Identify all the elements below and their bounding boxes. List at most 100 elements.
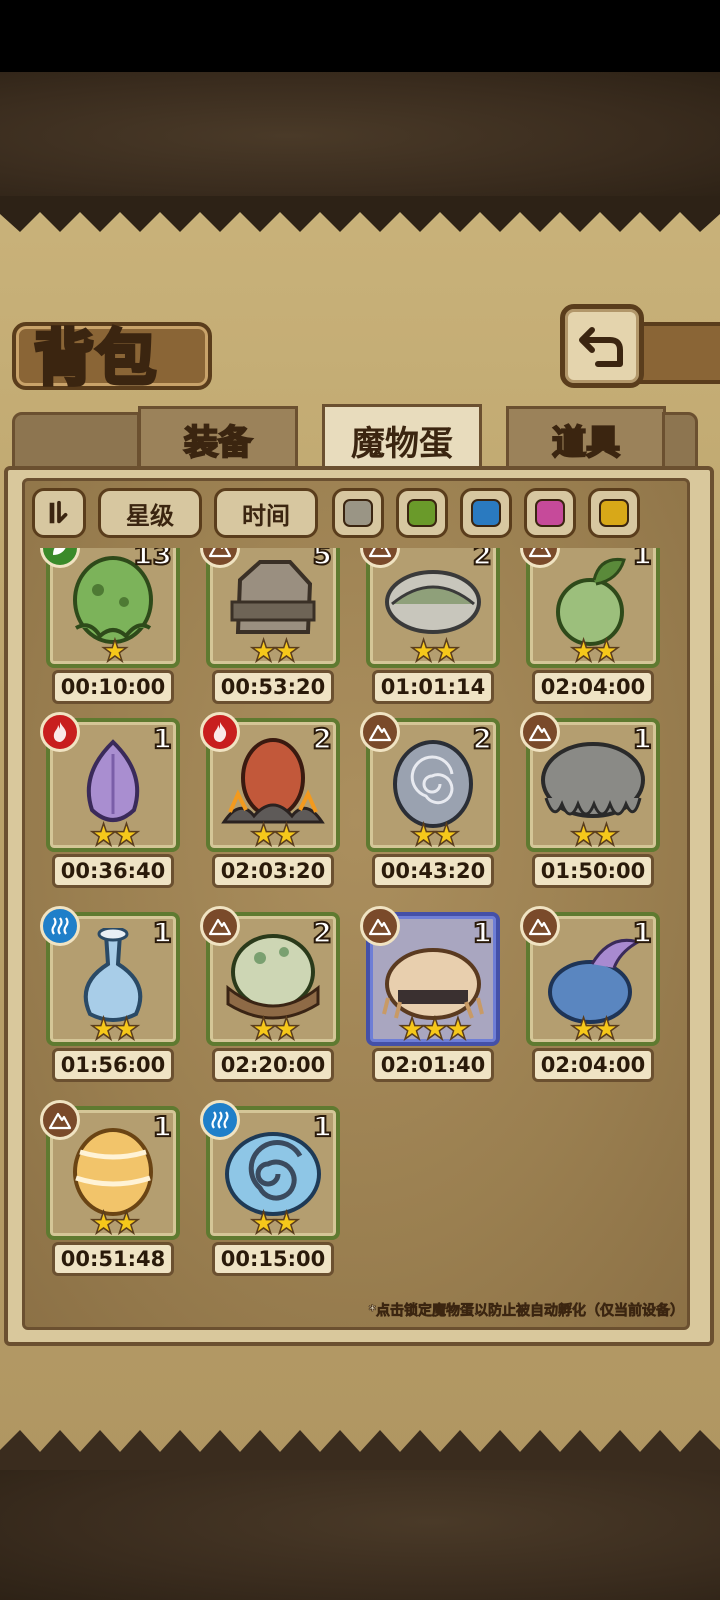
hatch-timer: 00:53:20 xyxy=(212,670,334,704)
dino-egg-icon xyxy=(226,934,320,1020)
star-rating: ★★ xyxy=(89,817,140,854)
tab-items[interactable]: 道具 xyxy=(506,406,666,472)
earth-element-icon xyxy=(200,906,240,946)
egg-count: 1 xyxy=(151,1109,173,1144)
egg-slot-sprout-egg[interactable]: ★★ 1 02:04:00 xyxy=(520,548,660,718)
purple-flower-egg-icon xyxy=(86,739,140,822)
color-swatch xyxy=(343,499,373,527)
tab-spacer-right xyxy=(662,412,698,470)
hatch-timer: 00:15:00 xyxy=(212,1242,334,1276)
egg-count: 2 xyxy=(471,548,493,572)
star-rating: ★★ xyxy=(409,633,460,670)
egg-count: 5 xyxy=(311,548,333,572)
color-swatch xyxy=(471,499,501,527)
egg-count: 13 xyxy=(132,548,173,572)
hatch-timer: 00:43:20 xyxy=(372,854,494,888)
back-button[interactable] xyxy=(560,304,644,388)
color-swatch xyxy=(535,499,565,527)
egg-slot-spiral-stone-egg[interactable]: ★★ 2 00:43:20 xyxy=(360,712,500,902)
water-element-icon xyxy=(40,906,80,946)
straw-egg-icon xyxy=(382,948,484,1020)
hatch-timer: 00:36:40 xyxy=(52,854,174,888)
golden-egg-icon xyxy=(73,1128,153,1216)
earth-element-icon xyxy=(520,712,560,752)
egg-count: 2 xyxy=(471,721,493,756)
water-element-icon xyxy=(200,1100,240,1140)
egg-slot-fur-egg[interactable]: ★★ 1 01:50:00 xyxy=(520,712,660,902)
egg-slot-straw-egg[interactable]: ★★★ 1 02:01:40 xyxy=(360,906,500,1096)
egg-count: 1 xyxy=(151,721,173,756)
return-arrow-icon xyxy=(579,327,623,367)
egg-count: 1 xyxy=(471,915,493,950)
status-bar xyxy=(0,0,720,72)
egg-count: 2 xyxy=(311,721,333,756)
filter-green-button[interactable] xyxy=(396,488,448,538)
sort-by-time-button[interactable]: 时间 xyxy=(214,488,318,538)
color-swatch xyxy=(599,499,629,527)
egg-slot-golden-egg[interactable]: ★★ 1 00:51:48 xyxy=(40,1100,180,1288)
star-rating: ★ xyxy=(101,633,129,670)
egg-slot-lava-egg[interactable]: ★★ 2 02:03:20 xyxy=(200,712,340,902)
egg-count: 2 xyxy=(311,915,333,950)
filter-pink-button[interactable] xyxy=(524,488,576,538)
egg-slot-shell-egg[interactable]: ★★ 2 01:01:14 xyxy=(360,548,500,718)
filter-gray-button[interactable] xyxy=(332,488,384,538)
egg-slot-green-slime-egg[interactable]: ★ 13 00:10:00 xyxy=(40,548,180,718)
egg-grid: ★ 13 00:10:00 ★★ 5 00:53:20 ★★ 2 01:01:14 ★★ 1 02:0… xyxy=(30,548,682,1288)
hatch-timer: 01:56:00 xyxy=(52,1048,174,1082)
hatch-timer: 01:50:00 xyxy=(532,854,654,888)
fire-element-icon xyxy=(200,712,240,752)
map-background-top xyxy=(0,72,720,200)
lava-egg-icon xyxy=(221,738,325,824)
egg-count: 1 xyxy=(311,1109,333,1144)
star-rating: ★★ xyxy=(89,1011,140,1048)
filter-blue-button[interactable] xyxy=(460,488,512,538)
sprout-egg-icon xyxy=(556,557,626,646)
star-rating: ★★ xyxy=(249,1011,300,1048)
hatch-timer: 02:01:40 xyxy=(372,1048,494,1082)
earth-element-icon xyxy=(360,712,400,752)
egg-slot-snail-egg[interactable]: ★★ 1 00:15:00 xyxy=(200,1100,340,1288)
rock-egg-icon xyxy=(230,560,316,634)
hatch-timer: 02:04:00 xyxy=(532,670,654,704)
snail-egg-icon xyxy=(225,1132,321,1216)
egg-slot-purple-flower-egg[interactable]: ★★ 1 00:36:40 xyxy=(40,712,180,902)
shell-egg-icon xyxy=(385,570,481,634)
egg-slot-rock-egg[interactable]: ★★ 5 00:53:20 xyxy=(200,548,340,718)
star-rating: ★★ xyxy=(249,633,300,670)
egg-count: 1 xyxy=(631,548,653,572)
fire-element-icon xyxy=(40,712,80,752)
spiral-stone-egg-icon xyxy=(393,740,473,828)
fur-egg-icon xyxy=(541,742,645,818)
tab-equipment[interactable]: 装备 xyxy=(138,406,298,472)
fin-egg-icon xyxy=(548,938,642,1024)
egg-count: 1 xyxy=(151,915,173,950)
star-rating: ★★★ xyxy=(398,1011,472,1048)
map-background-bottom xyxy=(0,1470,720,1600)
sort-by-star-button[interactable]: 星级 xyxy=(98,488,202,538)
sort-icon xyxy=(49,500,68,524)
filter-yellow-button[interactable] xyxy=(588,488,640,538)
star-rating: ★★ xyxy=(569,817,620,854)
back-rail xyxy=(632,322,720,384)
earth-element-icon xyxy=(520,906,560,946)
sort-order-button[interactable] xyxy=(32,488,86,538)
color-swatch xyxy=(407,499,437,527)
hatch-timer: 02:03:20 xyxy=(212,854,334,888)
egg-slot-fin-egg[interactable]: ★★ 1 02:04:00 xyxy=(520,906,660,1096)
star-rating: ★★ xyxy=(569,1011,620,1048)
egg-slot-dino-egg[interactable]: ★★ 2 02:20:00 xyxy=(200,906,340,1096)
earth-element-icon xyxy=(40,1100,80,1140)
egg-count: 1 xyxy=(631,915,653,950)
hatch-timer: 00:10:00 xyxy=(52,670,174,704)
egg-count: 1 xyxy=(631,721,653,756)
torn-edge-top xyxy=(0,196,720,232)
egg-slot-bottle-egg[interactable]: ★★ 1 01:56:00 xyxy=(40,906,180,1096)
earth-element-icon xyxy=(360,906,400,946)
lock-hint-text: *点击锁定魔物蛋以防止被自动孵化（仅当前设备） xyxy=(368,1303,684,1320)
hatch-timer: 00:51:48 xyxy=(52,1242,174,1276)
bottle-egg-icon xyxy=(83,928,143,1022)
star-rating: ★★ xyxy=(249,1205,300,1242)
page-title: 背包 xyxy=(32,322,158,396)
star-rating: ★★ xyxy=(569,633,620,670)
